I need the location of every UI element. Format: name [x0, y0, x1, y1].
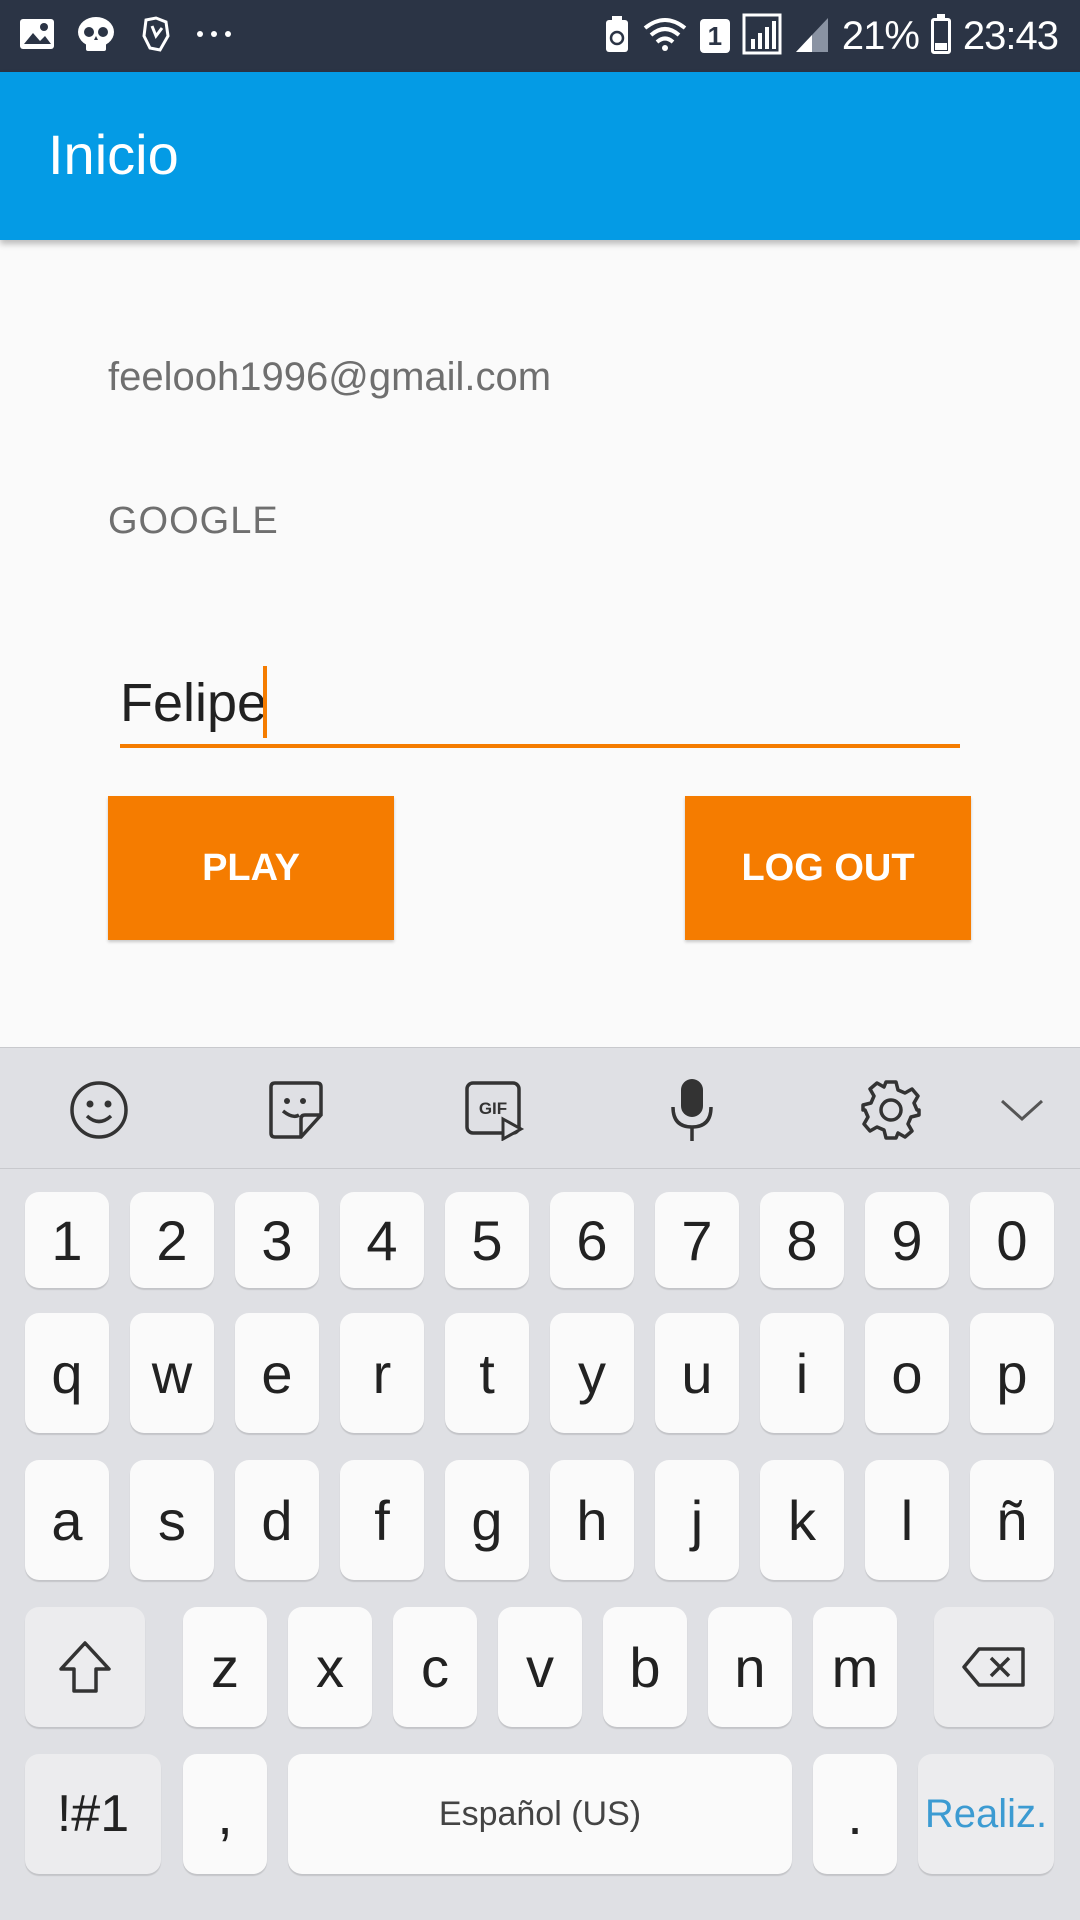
- key-h[interactable]: h: [550, 1460, 634, 1580]
- key-1[interactable]: 1: [25, 1192, 109, 1288]
- key-t[interactable]: t: [445, 1313, 529, 1433]
- image-icon: [18, 15, 56, 58]
- gif-icon-text: GIF: [479, 1099, 507, 1118]
- key-d[interactable]: d: [235, 1460, 319, 1580]
- page-title: Inicio: [48, 123, 179, 186]
- symbols-key[interactable]: !#1: [25, 1754, 161, 1874]
- key-u[interactable]: u: [655, 1313, 739, 1433]
- key-n[interactable]: n: [708, 1607, 792, 1727]
- key-9[interactable]: 9: [865, 1192, 949, 1288]
- shift-key[interactable]: [25, 1607, 145, 1727]
- key-e[interactable]: e: [235, 1313, 319, 1433]
- play-button[interactable]: PLAY: [108, 796, 394, 940]
- backspace-icon: [962, 1647, 1025, 1687]
- microphone-icon[interactable]: [660, 1078, 724, 1142]
- key-g[interactable]: g: [445, 1460, 529, 1580]
- battery-percent: 21%: [841, 13, 920, 58]
- signal-icon-2: [794, 14, 830, 59]
- key-b[interactable]: b: [603, 1607, 687, 1727]
- hand-icon: [136, 14, 176, 59]
- skull-icon: [74, 14, 118, 59]
- key-3[interactable]: 3: [235, 1192, 319, 1288]
- key-i[interactable]: i: [760, 1313, 844, 1433]
- shift-icon: [59, 1641, 111, 1693]
- settings-icon[interactable]: [859, 1078, 923, 1142]
- key-8[interactable]: 8: [760, 1192, 844, 1288]
- key-j[interactable]: j: [655, 1460, 739, 1580]
- battery-icon: [930, 14, 951, 54]
- status-left-icons: [18, 14, 234, 58]
- key-2[interactable]: 2: [130, 1192, 214, 1288]
- key-r[interactable]: r: [340, 1313, 424, 1433]
- status-right-icons: 1 21% 23:43: [604, 10, 1059, 62]
- backspace-key[interactable]: [934, 1607, 1054, 1727]
- key-c[interactable]: c: [393, 1607, 477, 1727]
- key-0[interactable]: 0: [970, 1192, 1054, 1288]
- more-icon: [194, 27, 234, 45]
- emoji-icon[interactable]: [67, 1078, 131, 1142]
- key-q[interactable]: q: [25, 1313, 109, 1433]
- key-5[interactable]: 5: [445, 1192, 529, 1288]
- status-bar: 1 21% 23:43: [0, 0, 1080, 72]
- name-input-value: Felipe: [120, 673, 268, 733]
- sticker-icon[interactable]: [264, 1078, 328, 1142]
- period-key[interactable]: .: [813, 1754, 897, 1874]
- key-o[interactable]: o: [865, 1313, 949, 1433]
- clock: 23:43: [962, 13, 1059, 58]
- auth-provider: GOOGLE: [108, 500, 279, 542]
- done-key[interactable]: Realiz.: [918, 1754, 1054, 1874]
- key-z[interactable]: z: [183, 1607, 267, 1727]
- wifi-icon: [642, 14, 688, 59]
- logout-button[interactable]: LOG OUT: [685, 796, 971, 940]
- key-y[interactable]: y: [550, 1313, 634, 1433]
- keyboard-toolbar: GIF: [0, 1047, 1080, 1169]
- comma-key[interactable]: ,: [183, 1754, 267, 1874]
- app-bar: Inicio: [0, 72, 1080, 240]
- key-7[interactable]: 7: [655, 1192, 739, 1288]
- user-email: feelooh1996@gmail.com: [108, 355, 552, 399]
- key-k[interactable]: k: [760, 1460, 844, 1580]
- key-l[interactable]: l: [865, 1460, 949, 1580]
- battery-saver-icon: [604, 14, 630, 59]
- key-n-tilde[interactable]: ñ: [970, 1460, 1054, 1580]
- signal-icon: [742, 13, 782, 60]
- key-f[interactable]: f: [340, 1460, 424, 1580]
- key-p[interactable]: p: [970, 1313, 1054, 1433]
- key-m[interactable]: m: [813, 1607, 897, 1727]
- key-6[interactable]: 6: [550, 1192, 634, 1288]
- gif-icon[interactable]: GIF: [462, 1078, 526, 1142]
- sim-icon: 1: [699, 19, 730, 53]
- space-key[interactable]: Español (US): [288, 1754, 792, 1874]
- key-x[interactable]: x: [288, 1607, 372, 1727]
- key-v[interactable]: v: [498, 1607, 582, 1727]
- key-a[interactable]: a: [25, 1460, 109, 1580]
- text-caret: [263, 666, 267, 738]
- key-4[interactable]: 4: [340, 1192, 424, 1288]
- key-w[interactable]: w: [130, 1313, 214, 1433]
- collapse-icon[interactable]: [990, 1078, 1054, 1142]
- key-s[interactable]: s: [130, 1460, 214, 1580]
- soft-keyboard: GIF 1 2 3 4 5 6 7 8 9 0 q w e r t y u i …: [0, 1047, 1080, 1920]
